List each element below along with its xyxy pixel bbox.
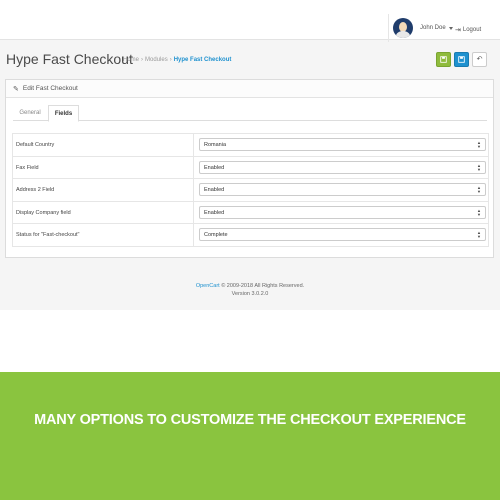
panel-heading: ✎ Edit Fast Checkout: [6, 80, 493, 98]
promo-banner: MANY OPTIONS TO CUSTOMIZE THE CHECKOUT E…: [0, 372, 500, 500]
logout-label: Logout: [462, 27, 482, 33]
field-label: Default Country: [16, 142, 55, 148]
select-value: Romania: [204, 142, 227, 148]
caret-down-icon: [448, 26, 453, 30]
form-row: Status for "Fast-checkout" Complete ▲ ▼: [12, 224, 489, 247]
save-and-stay-button[interactable]: [454, 52, 469, 67]
user-menu[interactable]: John Doe: [388, 14, 453, 42]
field-label: Address 2 Field: [16, 187, 55, 193]
logout-link[interactable]: ⇥ Logout: [455, 26, 481, 34]
copyright-text: © 2009-2018 All Rights Reserved.: [221, 283, 305, 289]
select-arrows-icon: ▲ ▼: [477, 162, 481, 172]
status-select[interactable]: Complete ▲ ▼: [199, 228, 486, 241]
tab-bar: General Fields: [13, 105, 487, 122]
company-field-select[interactable]: Enabled ▲ ▼: [199, 205, 486, 219]
select-value: Complete: [204, 232, 228, 238]
address2-field-select[interactable]: Enabled ▲ ▼: [199, 183, 486, 196]
field-label: Fax Field: [16, 164, 39, 171]
edit-panel: ✎ Edit Fast Checkout General Fields Defa…: [5, 79, 494, 258]
form-row: Address 2 Field Enabled ▲ ▼: [12, 179, 489, 202]
save-icon: [440, 56, 447, 63]
fax-field-select[interactable]: Enabled ▲ ▼: [199, 160, 486, 174]
sign-out-icon: ⇥: [455, 27, 461, 34]
version-text: Version 3.0.2.0: [231, 291, 269, 297]
breadcrumb-home[interactable]: Home: [123, 57, 139, 63]
banner-text: MANY OPTIONS TO CUSTOMIZE THE CHECKOUT E…: [34, 412, 466, 428]
opencart-link[interactable]: OpenCart: [196, 283, 220, 289]
breadcrumb-current[interactable]: Hype Fast Checkout: [174, 57, 232, 63]
field-label: Display Company field: [16, 209, 71, 216]
select-arrows-icon: ▲ ▼: [477, 140, 481, 149]
breadcrumb-modules[interactable]: Modules: [145, 57, 168, 63]
tab-general[interactable]: General: [17, 105, 43, 121]
admin-screen: John Doe ⇥ Logout Hype Fast Checkout Hom…: [0, 0, 500, 310]
select-arrows-icon: ▲ ▼: [477, 230, 481, 239]
select-value: Enabled: [204, 209, 225, 216]
footer: OpenCart © 2009-2018 All Rights Reserved…: [0, 282, 500, 298]
fields-form: Default Country Romania ▲ ▼ Fax Field Ena…: [12, 133, 489, 247]
form-row: Display Company field Enabled ▲ ▼: [12, 201, 489, 224]
tab-fields[interactable]: Fields: [48, 105, 79, 122]
page-title: Hype Fast Checkout: [6, 51, 133, 67]
user-name: John Doe: [420, 25, 446, 31]
save-stay-icon: [458, 56, 465, 63]
select-value: Enabled: [204, 187, 225, 193]
select-value: Enabled: [204, 164, 225, 171]
form-row: Default Country Romania ▲ ▼: [12, 134, 489, 157]
breadcrumb: Home › Modules › Hype Fast Checkout: [123, 57, 232, 63]
select-arrows-icon: ▲ ▼: [477, 185, 481, 194]
top-navbar: John Doe ⇥ Logout: [0, 0, 500, 42]
back-button[interactable]: ↶: [472, 52, 487, 67]
default-country-select[interactable]: Romania ▲ ▼: [199, 138, 486, 151]
select-arrows-icon: ▲ ▼: [477, 207, 481, 217]
avatar: [393, 18, 413, 38]
form-row: Fax Field Enabled ▲ ▼: [12, 156, 489, 179]
field-label: Status for "Fast-checkout": [16, 232, 80, 238]
save-button[interactable]: [436, 52, 451, 67]
panel-title: Edit Fast Checkout: [22, 85, 78, 92]
pencil-icon: ✎: [13, 85, 19, 93]
reply-icon: ↶: [476, 56, 483, 63]
